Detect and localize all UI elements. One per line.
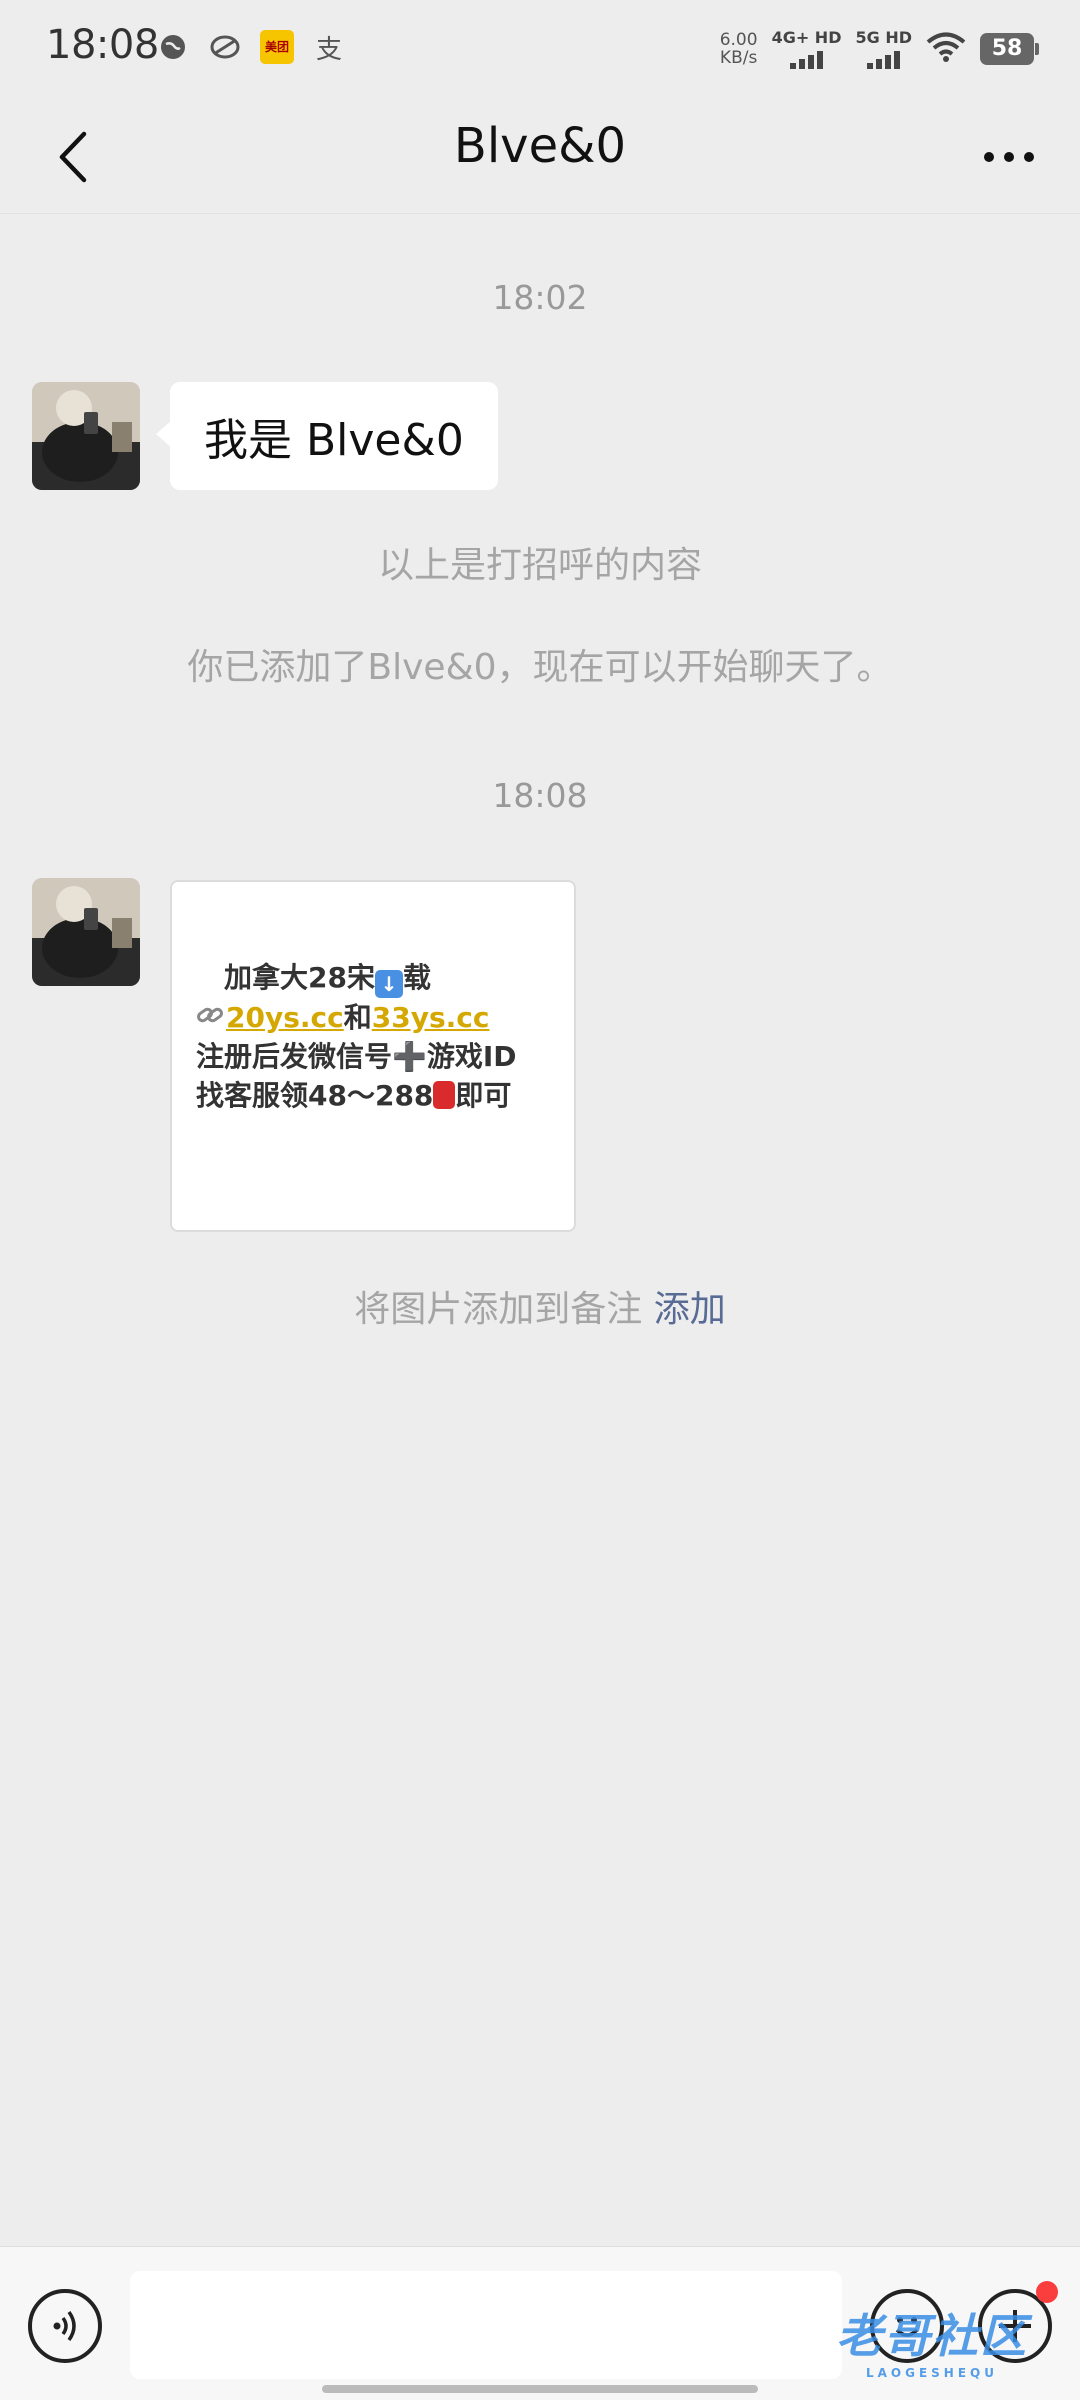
signal-sim2-icon: 5G HD: [855, 28, 912, 69]
down-arrow-icon: ↓: [374, 970, 403, 998]
message-bubble-text[interactable]: 我是 Blve&0: [156, 382, 498, 490]
contact-avatar[interactable]: [32, 878, 140, 986]
voice-icon: [53, 2310, 76, 2342]
contact-avatar[interactable]: [32, 382, 140, 490]
message-input[interactable]: [130, 2271, 842, 2379]
status-bar: 18:08 美团 支 6.00 KB/s 4G+ HD 5G HD 58: [0, 0, 1080, 100]
link-icon: [196, 998, 226, 1037]
chat-header: Blve&0: [0, 100, 1080, 214]
globe-icon: [156, 30, 190, 64]
network-speed: 6.00 KB/s: [719, 29, 758, 68]
alipay-icon: 支: [315, 34, 342, 65]
battery-icon: 58: [980, 32, 1039, 65]
chat-title: Blve&0: [453, 118, 627, 174]
more-button[interactable]: [974, 124, 1044, 190]
add-remark-link[interactable]: 添加: [654, 1289, 726, 1330]
status-time: 18:08: [46, 22, 159, 68]
red-envelope-icon: [433, 1081, 456, 1109]
remark-prompt: 将图片添加到备注 添加: [354, 1289, 726, 1330]
home-indicator[interactable]: [322, 2385, 758, 2393]
watermark-logo: 老哥社区 LAOGESHEQU: [836, 2309, 1028, 2380]
image-message[interactable]: 加拿大28宋 ↓ 载 20ys.cc和33ys.cc 注册后发微信号➕游戏ID 找客…: [170, 880, 576, 1232]
wifi-icon: [926, 31, 966, 67]
notification-dot: [1036, 2281, 1058, 2303]
message-timestamp: 18:02: [492, 278, 588, 317]
voice-button[interactable]: [28, 2289, 102, 2363]
system-notice: 以上是打招呼的内容: [377, 545, 702, 586]
meituan-icon: 美团: [260, 30, 294, 64]
swirl-app-icon: [208, 30, 242, 64]
status-notification-icons: 美团 支: [156, 30, 346, 65]
system-notice-added: 你已添加了Blve&0，现在可以开始聊天了。: [187, 647, 893, 688]
signal-sim1-icon: 4G+ HD: [772, 28, 841, 69]
more-dots-icon: [984, 152, 1034, 162]
message-timestamp: 18:08: [492, 776, 588, 815]
image-message-text: 加拿大28宋 ↓ 载 20ys.cc和33ys.cc 注册后发微信号➕游戏ID 找客…: [196, 961, 517, 1112]
status-system-icons: 6.00 KB/s 4G+ HD 5G HD 58: [719, 28, 1039, 69]
